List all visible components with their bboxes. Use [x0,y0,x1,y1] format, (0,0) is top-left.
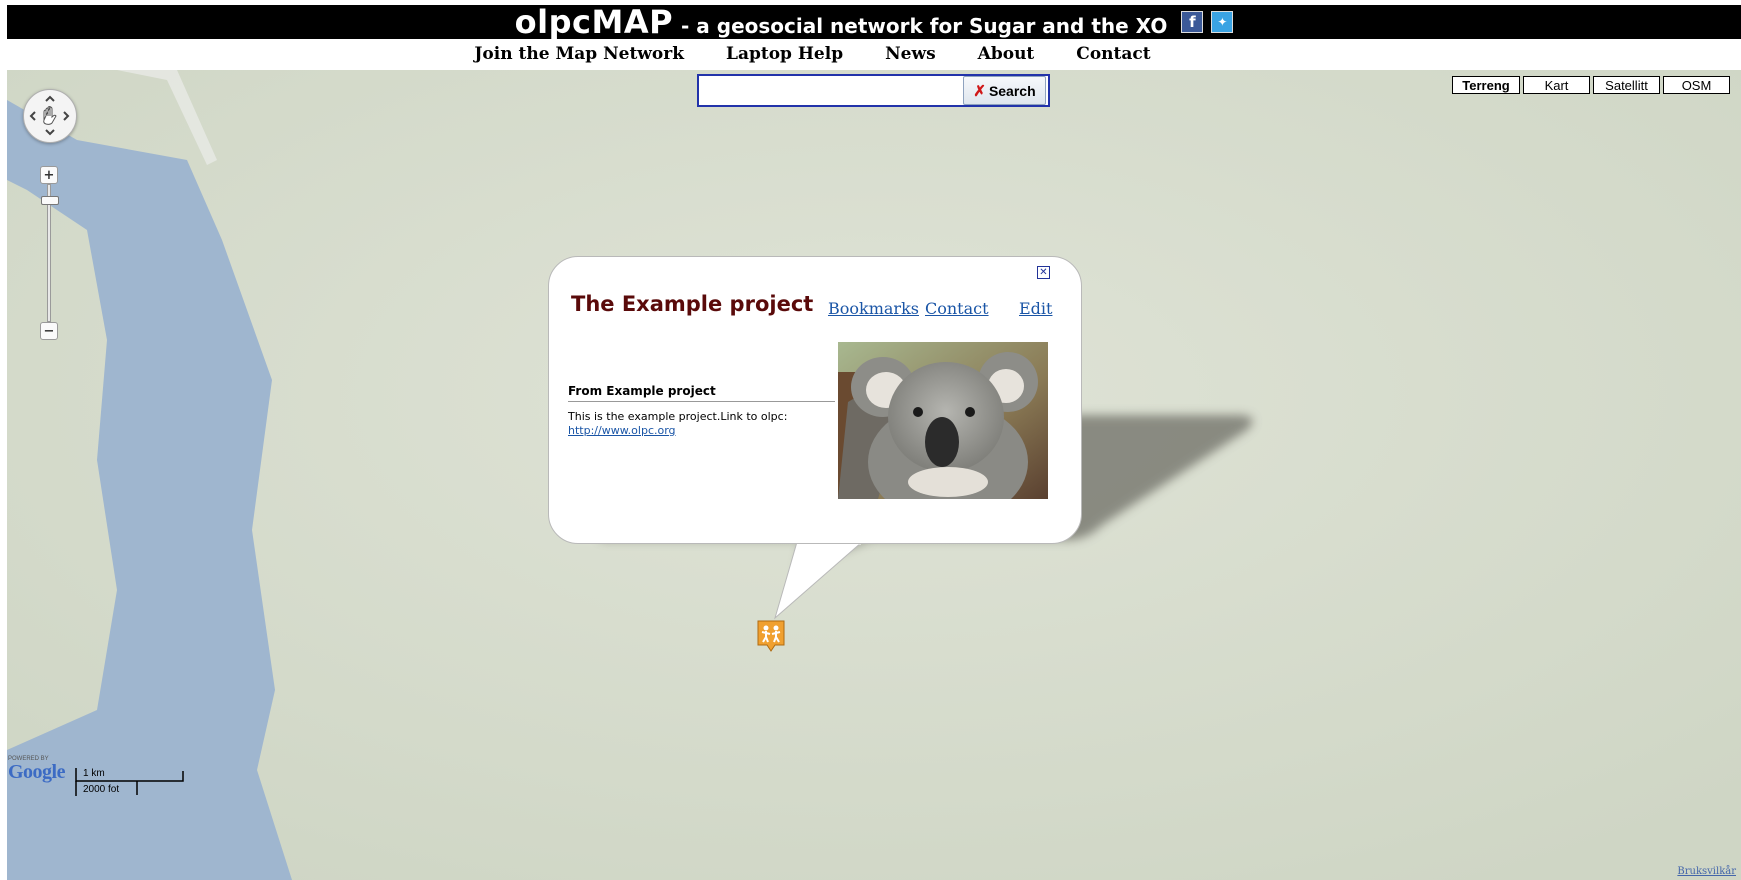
page: olpcMAP - a geosocial network for Sugar … [0,0,1741,880]
header-bar: olpcMAP - a geosocial network for Sugar … [7,5,1741,39]
map-type-satellite[interactable]: Satellitt [1593,76,1660,94]
zoom-in-button[interactable]: + [40,166,58,184]
social-links: f ✦ [1181,11,1234,33]
search-input[interactable] [703,76,962,105]
search-button-label: Search [988,82,1036,99]
close-icon[interactable]: ✕ [1037,266,1050,279]
contact-link[interactable]: Contact [925,299,989,318]
bookmarks-link[interactable]: Bookmarks [828,299,919,318]
scale-bar: 1 km 2000 fot [75,768,185,796]
project-title: The Example project [571,292,814,316]
nav-item-news[interactable]: News [864,40,957,70]
scale-label-km: 1 km [83,768,105,779]
google-wordmark: Google [8,761,66,783]
twitter-icon[interactable]: ✦ [1211,11,1234,33]
scale-label-feet: 2000 fot [83,784,120,795]
edit-link[interactable]: Edit [1019,299,1052,318]
people-marker-icon[interactable] [756,619,786,653]
info-description: This is the example project.Link to olpc… [568,410,808,438]
main-nav: Join the Map Network Laptop Help News Ab… [0,40,1741,70]
nav-item-laptop-help[interactable]: Laptop Help [705,40,864,70]
site-tagline: - a geosocial network for Sugar and the … [681,14,1168,38]
facebook-icon[interactable]: f [1181,11,1204,33]
koala-photo [838,342,1048,499]
nav-list: Join the Map Network Laptop Help News Ab… [453,40,1171,70]
olpc-link[interactable]: http://www.olpc.org [568,424,676,437]
map-type-control: Terreng Kart Satellitt OSM [1452,76,1730,94]
header-inner: olpcMAP - a geosocial network for Sugar … [515,5,1234,39]
search-box: ✗ Search [697,74,1050,107]
zoom-slider-handle[interactable] [41,196,59,205]
info-description-text: This is the example project.Link to olpc… [568,410,788,423]
nav-item-join[interactable]: Join the Map Network [453,40,705,70]
info-window: ✕ The Example project Bookmarks Contact … [548,256,1082,544]
map-type-map[interactable]: Kart [1523,76,1590,94]
nav-item-about[interactable]: About [957,40,1056,70]
pan-arrows-icon [29,95,70,136]
info-subheading: From Example project [568,384,835,402]
terms-of-use-link[interactable]: Bruksvilkår [1677,866,1736,877]
x-icon: ✗ [973,82,986,100]
site-title[interactable]: olpcMAP [515,5,673,39]
map-canvas[interactable]: ✗ Search Terreng Kart Satellitt OSM + − [7,70,1741,880]
search-button[interactable]: ✗ Search [963,76,1046,105]
zoom-out-button[interactable]: − [40,322,58,340]
nav-item-contact[interactable]: Contact [1055,40,1171,70]
map-type-terrain[interactable]: Terreng [1452,76,1520,94]
map-type-osm[interactable]: OSM [1663,76,1730,94]
pan-control[interactable] [23,89,77,143]
